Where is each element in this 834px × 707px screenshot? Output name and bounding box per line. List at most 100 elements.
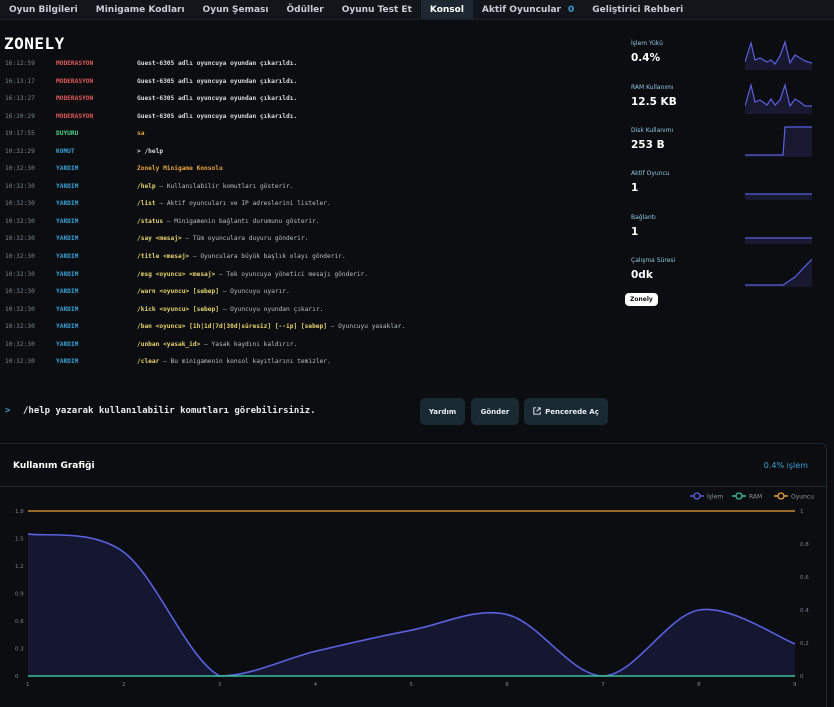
log-message: /list – Aktif oyuncuları ve IP adresleri…: [137, 200, 331, 207]
tab-bar: Oyun Bilgileri Minigame Kodları Oyun Şemas…: [0, 0, 834, 20]
log-time: 16:13:27: [5, 95, 35, 103]
log-message: sa: [137, 130, 145, 138]
tab-4[interactable]: Oyunu Test Et: [333, 0, 421, 19]
log-row: 16:20:29 MODERASYON Guest-6305 adlı oyuncu…: [5, 109, 615, 127]
log-level: YARDIM: [56, 217, 79, 225]
log-time: 10:32:30: [5, 235, 35, 243]
log-level: YARDIM: [56, 305, 79, 313]
stat-label: Disk Kullanımı: [631, 127, 674, 134]
y-tick-label-right: 0.4: [800, 608, 809, 614]
log-time: 10:32:30: [5, 288, 35, 296]
stat-value: 253 B: [631, 139, 665, 151]
tab-1[interactable]: Minigame Kodları: [87, 0, 194, 19]
sparkline: [745, 258, 812, 287]
stat-value: 1: [631, 182, 639, 194]
command-description: – Minigamenin bağlantı durumunu gösterir…: [163, 217, 320, 225]
log-row: 10:32:30 YARDIM/kick <oyuncu> [sebep] – O…: [5, 302, 615, 320]
prompt-symbol: >: [5, 406, 11, 416]
console-log: 16:12:59 MODERASYON Guest-6305 adlı oyuncu…: [5, 56, 615, 372]
tab-label: Aktif Oyuncular: [481, 4, 561, 15]
usage-chart: 0 0.3 0.6 0.9 1.2 1.5 1.8 0 0.2 0.4 0.6 0.8 1 1 2 3 4 5 6 7…: [15, 492, 814, 688]
log-message: /ban <oyuncu> [1h|1d|7d|30d|süresiz] [--…: [137, 323, 405, 330]
log-message: /msg <oyuncu> <mesaj> – Tek oyuncuya yön…: [137, 271, 368, 278]
stat-value: 0.4%: [631, 52, 661, 64]
external-link-icon: [533, 406, 541, 417]
tab-label: Oyunu Test Et: [341, 4, 412, 15]
stat-card: Bağlantı 1: [631, 214, 656, 238]
tab-label: Oyun Bilgileri: [9, 4, 78, 15]
stat-value: 0dk: [631, 269, 653, 281]
log-level: YARDIM: [56, 358, 79, 366]
popout-button[interactable]: Pencerede Aç: [524, 398, 608, 425]
log-row: 10:32:30 YARDIM/title <mesaj> – Oyuncular…: [5, 249, 615, 267]
log-time: 10:32:30: [5, 358, 35, 366]
log-row: 16:13:17 MODERASYON Guest-6305 adlı oyuncu…: [5, 74, 615, 92]
tab-label: Konsol: [429, 4, 464, 15]
command-name: /list: [137, 200, 156, 208]
log-time: 10:32:30: [5, 323, 35, 331]
stat-label: RAM Kullanımı: [631, 84, 674, 91]
log-time: 10:32:30: [5, 305, 35, 313]
command-description: – Oyuncuyu yasaklar.: [327, 323, 406, 331]
tab-6[interactable]: Aktif Oyuncular 0: [473, 0, 583, 19]
command-description: – Bu minigamenin konsol kayıtlarını temi…: [159, 358, 331, 366]
x-tick-label: 8: [697, 682, 701, 688]
command-description: – Yasak kaydını kaldırır.: [200, 340, 298, 348]
log-row: 10:32:30 YARDIM/list – Aktif oyuncuları v…: [5, 196, 615, 214]
tab-2[interactable]: Oyun Şeması: [194, 0, 278, 19]
tab-label: Oyun Şeması: [202, 4, 269, 15]
x-tick-label: 2: [122, 682, 126, 688]
log-level: YARDIM: [56, 182, 79, 190]
log-level: YARDIM: [56, 235, 79, 243]
log-row: 10:32:30 YARDIM/unban <yasak_id> – Yasak …: [5, 337, 615, 355]
legend-label: İşlem: [707, 494, 723, 501]
legend-marker: [777, 492, 785, 500]
log-message: /kick <oyuncu> [sebep] – Oyuncuyu oyunda…: [137, 306, 323, 313]
tab-3[interactable]: Ödüller: [278, 0, 333, 19]
y-tick-label-right: 0: [800, 674, 804, 680]
tab-7[interactable]: Geliştirici Rehberi: [583, 0, 692, 19]
log-level: YARDIM: [56, 323, 79, 331]
log-level: YARDIM: [56, 288, 79, 296]
send-button[interactable]: Gönder: [471, 398, 519, 425]
y-tick-label-right: 1: [800, 509, 804, 515]
sparkline: [745, 39, 812, 70]
x-tick-label: 1: [26, 682, 30, 688]
help-button[interactable]: Yardım: [420, 398, 465, 425]
log-level: DUYURU: [56, 130, 79, 138]
stat-card: Aktif Oyuncu 1: [631, 170, 670, 194]
y-tick-label-left: 1.8: [15, 509, 24, 515]
log-time: 16:13:17: [5, 77, 35, 85]
log-level: MODERASYON: [56, 112, 94, 120]
log-time: 10:32:30: [5, 182, 35, 190]
log-row: 19:17:55 DUYURU sa: [5, 126, 615, 144]
command-description: – Tek oyuncuya yönetici mesajı gönderir.: [215, 270, 368, 278]
log-message: /unban <yasak_id> – Yasak kaydını kaldır…: [137, 341, 297, 348]
log-level: YARDIM: [56, 165, 79, 173]
command-description: – Tüm oyunculara duyuru gönderir.: [181, 235, 309, 243]
stat-label: Bağlantı: [631, 214, 656, 221]
log-message: Guest-6305 adlı oyuncuya oyundan çıkarıl…: [137, 95, 298, 103]
y-tick-label-left: 0: [15, 674, 19, 680]
legend-label: RAM: [749, 494, 762, 501]
log-row: 10:32:30 YARDIM/help – Kullanılabilir kom…: [5, 179, 615, 197]
log-message: /warn <oyuncu> [sebep] – Oyuncuyu uyarır…: [137, 288, 290, 295]
command-name: /ban <oyuncu> [1h|1d|7d|30d|süresiz] [--…: [137, 323, 327, 331]
log-level: MODERASYON: [56, 60, 94, 67]
log-row: 10:32:30 YARDIM/clear – Bu minigamenin ko…: [5, 354, 615, 372]
tab-0[interactable]: Oyun Bilgileri: [0, 0, 87, 19]
command-description: – Aktif oyuncuları ve IP adreslerini lis…: [155, 200, 331, 208]
command-name: /title <mesaj>: [137, 253, 190, 261]
log-time: 10:32:30: [5, 165, 35, 173]
log-message: /status – Minigamenin bağlantı durumunu …: [137, 218, 320, 225]
y-tick-label-right: 0.6: [800, 575, 809, 581]
log-level: MODERASYON: [56, 95, 94, 103]
log-time: 10:32:29: [5, 147, 35, 155]
command-input[interactable]: /help yazarak kullanılabilir komutları g…: [23, 406, 316, 416]
log-level: YARDIM: [56, 340, 79, 348]
y-tick-label-left: 0.3: [15, 647, 24, 653]
log-time: 10:32:30: [5, 270, 35, 278]
tab-5[interactable]: Konsol: [420, 0, 473, 19]
console-title: ZONELY: [4, 34, 65, 53]
log-message: Guest-6305 adlı oyuncuya oyundan çıkarıl…: [137, 112, 298, 120]
